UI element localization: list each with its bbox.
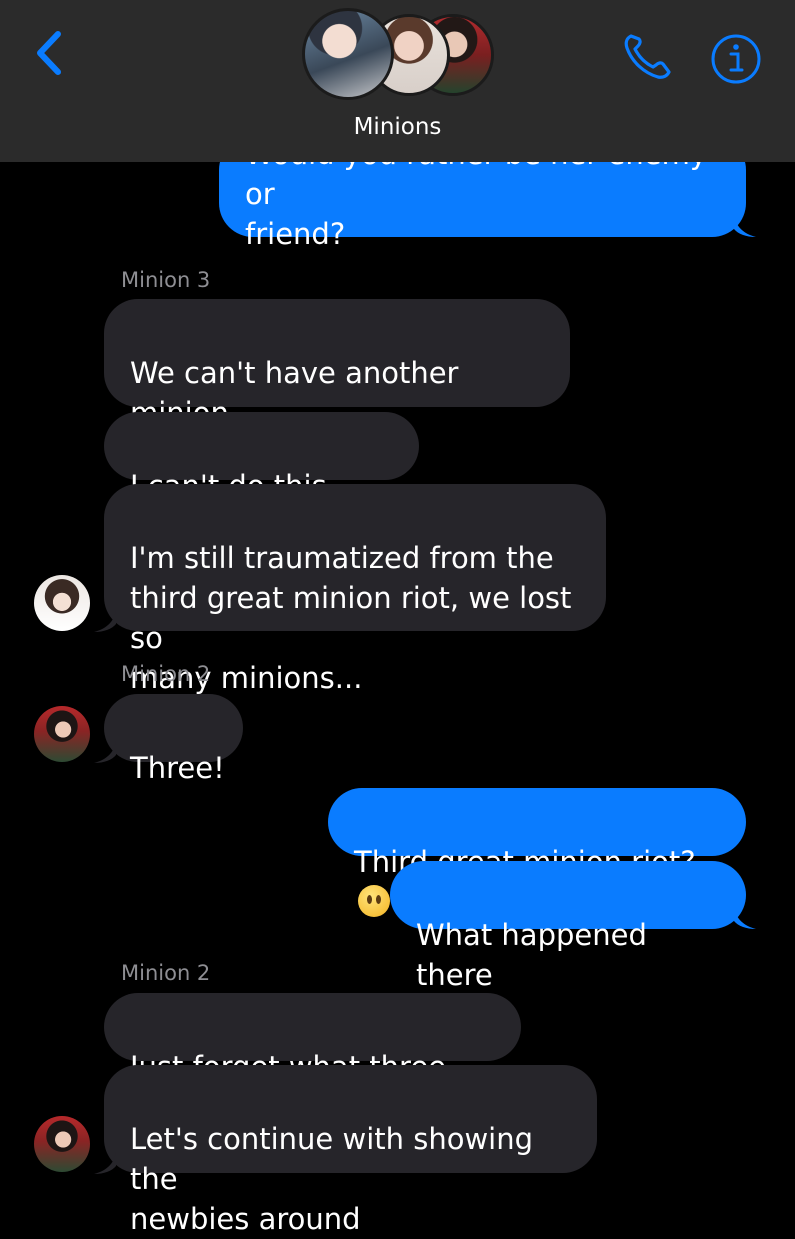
bubble-tail [94,1152,116,1174]
sender-name: Minion 2 [121,662,211,686]
message-bubble-received[interactable]: Let's continue with showing the newbies … [104,1065,597,1236]
group-avatar[interactable] [302,8,497,100]
message-text: Let's continue with showing the newbies … [130,1122,534,1236]
phone-icon [624,34,671,79]
bubble-tail [94,741,116,763]
chevron-left-icon [37,31,61,75]
sender-avatar[interactable] [34,1116,90,1172]
info-icon [711,34,761,84]
conversation-header: Minions [0,0,795,162]
message-bubble-received[interactable]: I'm still traumatized from the third gre… [104,484,606,695]
sender-name: Minion 3 [121,268,211,292]
call-button[interactable] [622,32,674,80]
bubble-tail [734,215,756,237]
message-text: Three! [130,751,225,785]
face-without-mouth-emoji [358,885,390,917]
message-bubble-received[interactable]: Just forget what three said [104,993,521,1124]
message-text: What happened there [416,918,647,992]
message-bubble-received[interactable]: I can't do this again [104,412,419,543]
conversation-title[interactable]: Minions [0,114,795,140]
sender-name: Minion 2 [121,961,211,985]
back-button[interactable] [32,28,72,78]
message-bubble-received[interactable]: Three! [104,694,243,785]
sender-avatar[interactable] [34,575,90,631]
message-bubble-received[interactable]: We can't have another minion riot [104,299,570,470]
bubble-tail [94,610,116,632]
sender-avatar[interactable] [34,706,90,762]
member-avatar [302,8,394,100]
info-button[interactable] [710,33,762,85]
bubble-tail [734,907,756,929]
message-bubble-sent[interactable]: Third great minion riot? [328,788,746,917]
message-bubble-sent[interactable]: What happened there [390,861,746,992]
